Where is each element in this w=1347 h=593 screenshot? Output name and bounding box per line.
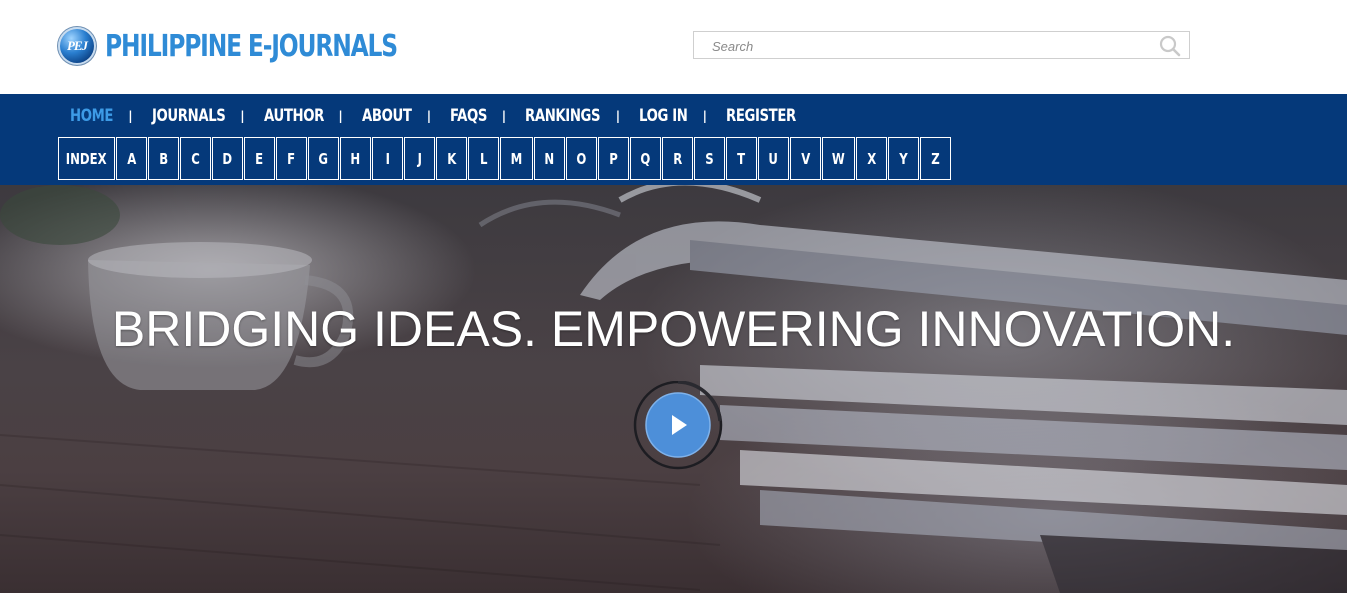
alpha-index-b[interactable]: B bbox=[148, 137, 179, 180]
alpha-index-label: X bbox=[866, 149, 877, 168]
alpha-index-label: O bbox=[576, 149, 587, 168]
alpha-index-z[interactable]: Z bbox=[920, 137, 951, 180]
alpha-index-u[interactable]: U bbox=[758, 137, 789, 180]
alpha-index-k[interactable]: K bbox=[436, 137, 467, 180]
alpha-index-label: H bbox=[350, 149, 361, 168]
alpha-index-label: M bbox=[510, 149, 523, 168]
alpha-index-label: S bbox=[705, 149, 714, 168]
alpha-index-label: I bbox=[385, 149, 390, 168]
site-logo[interactable]: PEJ PHILIPPINE E-JOURNALS bbox=[58, 27, 479, 65]
alpha-index-j[interactable]: J bbox=[404, 137, 435, 180]
main-menu: HOME | JOURNALS | AUTHOR | ABOUT | FAQS | RANKINGS… bbox=[70, 104, 810, 128]
nav-about[interactable]: ABOUT bbox=[362, 106, 412, 126]
alpha-index-q[interactable]: Q bbox=[630, 137, 661, 180]
logo-globe-icon: PEJ bbox=[58, 27, 96, 65]
nav-faqs[interactable]: FAQS bbox=[450, 106, 487, 126]
logo-badge-text: PEJ bbox=[66, 38, 88, 53]
alpha-index-label: Z bbox=[931, 149, 940, 168]
alpha-index-label: INDEX bbox=[66, 149, 107, 168]
alpha-index-label: D bbox=[222, 149, 233, 168]
alpha-index-c[interactable]: C bbox=[180, 137, 211, 180]
nav-separator: | bbox=[702, 109, 708, 123]
site-title: PHILIPPINE E-JOURNALS bbox=[105, 28, 398, 64]
alpha-index-label: N bbox=[544, 149, 555, 168]
nav-separator: | bbox=[426, 109, 432, 123]
hero-banner: BRIDGING IDEAS. EMPOWERING INNOVATION. bbox=[0, 185, 1347, 593]
alpha-index-w[interactable]: W bbox=[822, 137, 855, 180]
alpha-index-label: C bbox=[191, 149, 200, 168]
alpha-index-label: V bbox=[800, 149, 811, 168]
nav-rankings[interactable]: RANKINGS bbox=[525, 106, 601, 126]
alpha-index-l[interactable]: L bbox=[468, 137, 499, 180]
alpha-index-index[interactable]: INDEX bbox=[58, 137, 115, 180]
alpha-index-n[interactable]: N bbox=[534, 137, 565, 180]
play-icon bbox=[633, 380, 723, 470]
alpha-index-i[interactable]: I bbox=[372, 137, 403, 180]
alpha-index-label: F bbox=[287, 149, 296, 168]
nav-separator: | bbox=[615, 109, 621, 123]
alpha-index-label: Y bbox=[899, 149, 908, 168]
alpha-index-a[interactable]: A bbox=[116, 137, 147, 180]
alpha-index-label: W bbox=[832, 149, 845, 168]
nav-author[interactable]: AUTHOR bbox=[264, 106, 324, 126]
nav-home[interactable]: HOME bbox=[70, 106, 113, 126]
alpha-index-label: G bbox=[318, 149, 329, 168]
alpha-index-e[interactable]: E bbox=[244, 137, 275, 180]
search-icon[interactable] bbox=[1159, 35, 1181, 57]
play-video-button[interactable] bbox=[633, 380, 723, 471]
alpha-index-r[interactable]: R bbox=[662, 137, 693, 180]
alpha-index-label: P bbox=[609, 149, 618, 168]
alpha-index-label: B bbox=[159, 149, 168, 168]
alpha-index-label: L bbox=[479, 149, 488, 168]
nav-journals[interactable]: JOURNALS bbox=[152, 106, 226, 126]
alpha-index-t[interactable]: T bbox=[726, 137, 757, 180]
alpha-index-m[interactable]: M bbox=[500, 137, 533, 180]
hero-headline: BRIDGING IDEAS. EMPOWERING INNOVATION. bbox=[111, 301, 1236, 357]
alpha-index-label: E bbox=[255, 149, 264, 168]
nav-separator: | bbox=[338, 109, 343, 123]
alphabet-index: INDEX A B C D E F G H I J K L M N O P Q R S T U V W X Y Z bbox=[58, 137, 952, 180]
alpha-index-label: A bbox=[126, 149, 137, 168]
search-input[interactable] bbox=[710, 32, 1154, 60]
nav-log-in[interactable]: LOG IN bbox=[639, 106, 688, 126]
alpha-index-h[interactable]: H bbox=[340, 137, 371, 180]
alpha-index-label: U bbox=[768, 149, 779, 168]
alpha-index-v[interactable]: V bbox=[790, 137, 821, 180]
nav-register[interactable]: REGISTER bbox=[726, 106, 796, 126]
nav-separator: | bbox=[128, 109, 133, 123]
nav-separator: | bbox=[501, 109, 507, 123]
nav-separator: | bbox=[240, 109, 245, 123]
alpha-index-label: K bbox=[446, 149, 457, 168]
alpha-index-label: J bbox=[417, 149, 422, 168]
alpha-index-label: T bbox=[737, 149, 746, 168]
alpha-index-g[interactable]: G bbox=[308, 137, 339, 180]
alpha-index-s[interactable]: S bbox=[694, 137, 725, 180]
alpha-index-o[interactable]: O bbox=[566, 137, 597, 180]
search-box bbox=[693, 31, 1190, 60]
alpha-index-d[interactable]: D bbox=[212, 137, 243, 180]
alpha-index-p[interactable]: P bbox=[598, 137, 629, 180]
alpha-index-y[interactable]: Y bbox=[888, 137, 919, 180]
alpha-index-label: R bbox=[672, 149, 683, 168]
alpha-index-label: Q bbox=[640, 149, 651, 168]
alpha-index-x[interactable]: X bbox=[856, 137, 887, 180]
alpha-index-f[interactable]: F bbox=[276, 137, 307, 180]
site-header: PEJ PHILIPPINE E-JOURNALS bbox=[0, 0, 1347, 94]
main-navigation: HOME | JOURNALS | AUTHOR | ABOUT | FAQS | RANKINGS… bbox=[0, 94, 1347, 185]
